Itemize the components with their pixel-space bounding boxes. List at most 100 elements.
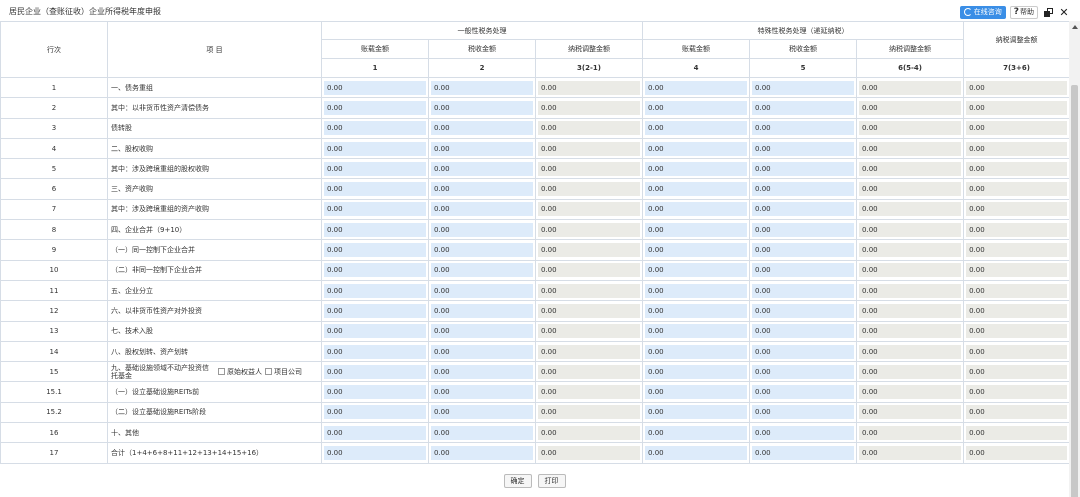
amount-input[interactable]: 0.00 bbox=[645, 141, 748, 156]
amount-input[interactable]: 0.00 bbox=[431, 202, 533, 217]
amount-input[interactable]: 0.00 bbox=[645, 405, 748, 420]
amount-input[interactable]: 0.00 bbox=[752, 405, 855, 420]
amount-input[interactable]: 0.00 bbox=[752, 385, 855, 400]
close-button[interactable]: ✕ bbox=[1058, 6, 1070, 19]
value-cell-col-4: 0.00 bbox=[642, 76, 751, 99]
value-cell-col-7: 0.00 bbox=[963, 422, 1069, 444]
amount-input[interactable]: 0.00 bbox=[431, 263, 533, 278]
amount-input[interactable]: 0.00 bbox=[645, 80, 748, 95]
amount-input[interactable]: 0.00 bbox=[645, 303, 748, 318]
original-equity-holder-checkbox[interactable]: 原始权益人 bbox=[218, 368, 262, 376]
amount-input[interactable]: 0.00 bbox=[752, 80, 855, 95]
amount-input[interactable]: 0.00 bbox=[645, 445, 748, 460]
amount-input[interactable]: 0.00 bbox=[431, 222, 533, 237]
amount-input[interactable]: 0.00 bbox=[324, 324, 426, 339]
amount-input[interactable]: 0.00 bbox=[431, 161, 533, 176]
computed-amount: 0.00 bbox=[966, 405, 1068, 420]
amount-input[interactable]: 0.00 bbox=[752, 445, 855, 460]
amount-input[interactable]: 0.00 bbox=[324, 243, 426, 258]
value-cell-col-3: 0.00 bbox=[534, 442, 644, 464]
amount-input[interactable]: 0.00 bbox=[431, 121, 533, 136]
amount-input[interactable]: 0.00 bbox=[324, 344, 426, 359]
amount-input[interactable]: 0.00 bbox=[752, 324, 855, 339]
restore-window-button[interactable] bbox=[1042, 6, 1054, 18]
amount-input[interactable]: 0.00 bbox=[431, 100, 533, 115]
amount-input[interactable]: 0.00 bbox=[645, 283, 748, 298]
value-cell-col-6: 0.00 bbox=[856, 279, 965, 302]
amount-input[interactable]: 0.00 bbox=[752, 100, 855, 115]
amount-input[interactable]: 0.00 bbox=[645, 121, 748, 136]
value-cell-col-5: 0.00 bbox=[749, 340, 858, 363]
amount-input[interactable]: 0.00 bbox=[752, 283, 855, 298]
amount-input[interactable]: 0.00 bbox=[645, 385, 748, 400]
amount-input[interactable]: 0.00 bbox=[645, 324, 748, 339]
value-cell-col-6: 0.00 bbox=[856, 381, 965, 403]
amount-input[interactable]: 0.00 bbox=[431, 182, 533, 197]
row-index: 10 bbox=[0, 259, 108, 281]
amount-input[interactable]: 0.00 bbox=[431, 80, 533, 95]
amount-input[interactable]: 0.00 bbox=[431, 303, 533, 318]
amount-input[interactable]: 0.00 bbox=[431, 141, 533, 156]
amount-input[interactable]: 0.00 bbox=[324, 364, 426, 379]
project-company-checkbox[interactable]: 项目公司 bbox=[265, 368, 302, 376]
amount-input[interactable]: 0.00 bbox=[645, 182, 748, 197]
help-button[interactable]: ? 帮助 bbox=[1009, 5, 1038, 19]
amount-input[interactable]: 0.00 bbox=[645, 364, 748, 379]
amount-input[interactable]: 0.00 bbox=[752, 121, 855, 136]
amount-input[interactable]: 0.00 bbox=[752, 425, 855, 440]
amount-input[interactable]: 0.00 bbox=[645, 263, 748, 278]
amount-input[interactable]: 0.00 bbox=[324, 121, 426, 136]
amount-input[interactable]: 0.00 bbox=[752, 182, 855, 197]
checkbox-icon[interactable] bbox=[218, 368, 225, 376]
confirm-button[interactable]: 确定 bbox=[503, 474, 532, 488]
amount-input[interactable]: 0.00 bbox=[752, 161, 855, 176]
value-cell-col-7: 0.00 bbox=[963, 442, 1069, 464]
amount-input[interactable]: 0.00 bbox=[431, 385, 533, 400]
amount-input[interactable]: 0.00 bbox=[431, 405, 533, 420]
checkbox-icon[interactable] bbox=[265, 368, 272, 376]
print-button[interactable]: 打印 bbox=[537, 474, 566, 488]
amount-input[interactable]: 0.00 bbox=[645, 222, 748, 237]
col-number-2: 2 bbox=[428, 58, 536, 78]
amount-input[interactable]: 0.00 bbox=[752, 364, 855, 379]
amount-input[interactable]: 0.00 bbox=[645, 202, 748, 217]
amount-input[interactable]: 0.00 bbox=[324, 405, 426, 420]
amount-input[interactable]: 0.00 bbox=[324, 161, 426, 176]
amount-input[interactable]: 0.00 bbox=[324, 80, 426, 95]
amount-input[interactable]: 0.00 bbox=[752, 222, 855, 237]
amount-input[interactable]: 0.00 bbox=[324, 445, 426, 460]
amount-input[interactable]: 0.00 bbox=[645, 344, 748, 359]
amount-input[interactable]: 0.00 bbox=[324, 141, 426, 156]
amount-input[interactable]: 0.00 bbox=[645, 161, 748, 176]
footer-actions: 确定 打印 bbox=[0, 465, 1069, 497]
amount-input[interactable]: 0.00 bbox=[431, 364, 533, 379]
online-consult-button[interactable]: 在线咨询 bbox=[959, 5, 1006, 19]
vertical-scrollbar[interactable] bbox=[1069, 21, 1080, 497]
scrollbar-thumb[interactable] bbox=[1071, 85, 1078, 497]
amount-input[interactable]: 0.00 bbox=[752, 141, 855, 156]
amount-input[interactable]: 0.00 bbox=[645, 425, 748, 440]
amount-input[interactable]: 0.00 bbox=[431, 445, 533, 460]
amount-input[interactable]: 0.00 bbox=[324, 425, 426, 440]
amount-input[interactable]: 0.00 bbox=[431, 324, 533, 339]
amount-input[interactable]: 0.00 bbox=[324, 263, 426, 278]
amount-input[interactable]: 0.00 bbox=[645, 243, 748, 258]
amount-input[interactable]: 0.00 bbox=[645, 100, 748, 115]
scroll-up-arrow-icon[interactable] bbox=[1072, 25, 1078, 29]
amount-input[interactable]: 0.00 bbox=[324, 182, 426, 197]
amount-input[interactable]: 0.00 bbox=[324, 303, 426, 318]
amount-input[interactable]: 0.00 bbox=[324, 222, 426, 237]
amount-input[interactable]: 0.00 bbox=[752, 344, 855, 359]
amount-input[interactable]: 0.00 bbox=[431, 344, 533, 359]
amount-input[interactable]: 0.00 bbox=[324, 283, 426, 298]
amount-input[interactable]: 0.00 bbox=[324, 385, 426, 400]
amount-input[interactable]: 0.00 bbox=[752, 243, 855, 258]
amount-input[interactable]: 0.00 bbox=[752, 202, 855, 217]
amount-input[interactable]: 0.00 bbox=[324, 202, 426, 217]
amount-input[interactable]: 0.00 bbox=[431, 243, 533, 258]
amount-input[interactable]: 0.00 bbox=[752, 263, 855, 278]
amount-input[interactable]: 0.00 bbox=[752, 303, 855, 318]
amount-input[interactable]: 0.00 bbox=[324, 100, 426, 115]
amount-input[interactable]: 0.00 bbox=[431, 425, 533, 440]
amount-input[interactable]: 0.00 bbox=[431, 283, 533, 298]
